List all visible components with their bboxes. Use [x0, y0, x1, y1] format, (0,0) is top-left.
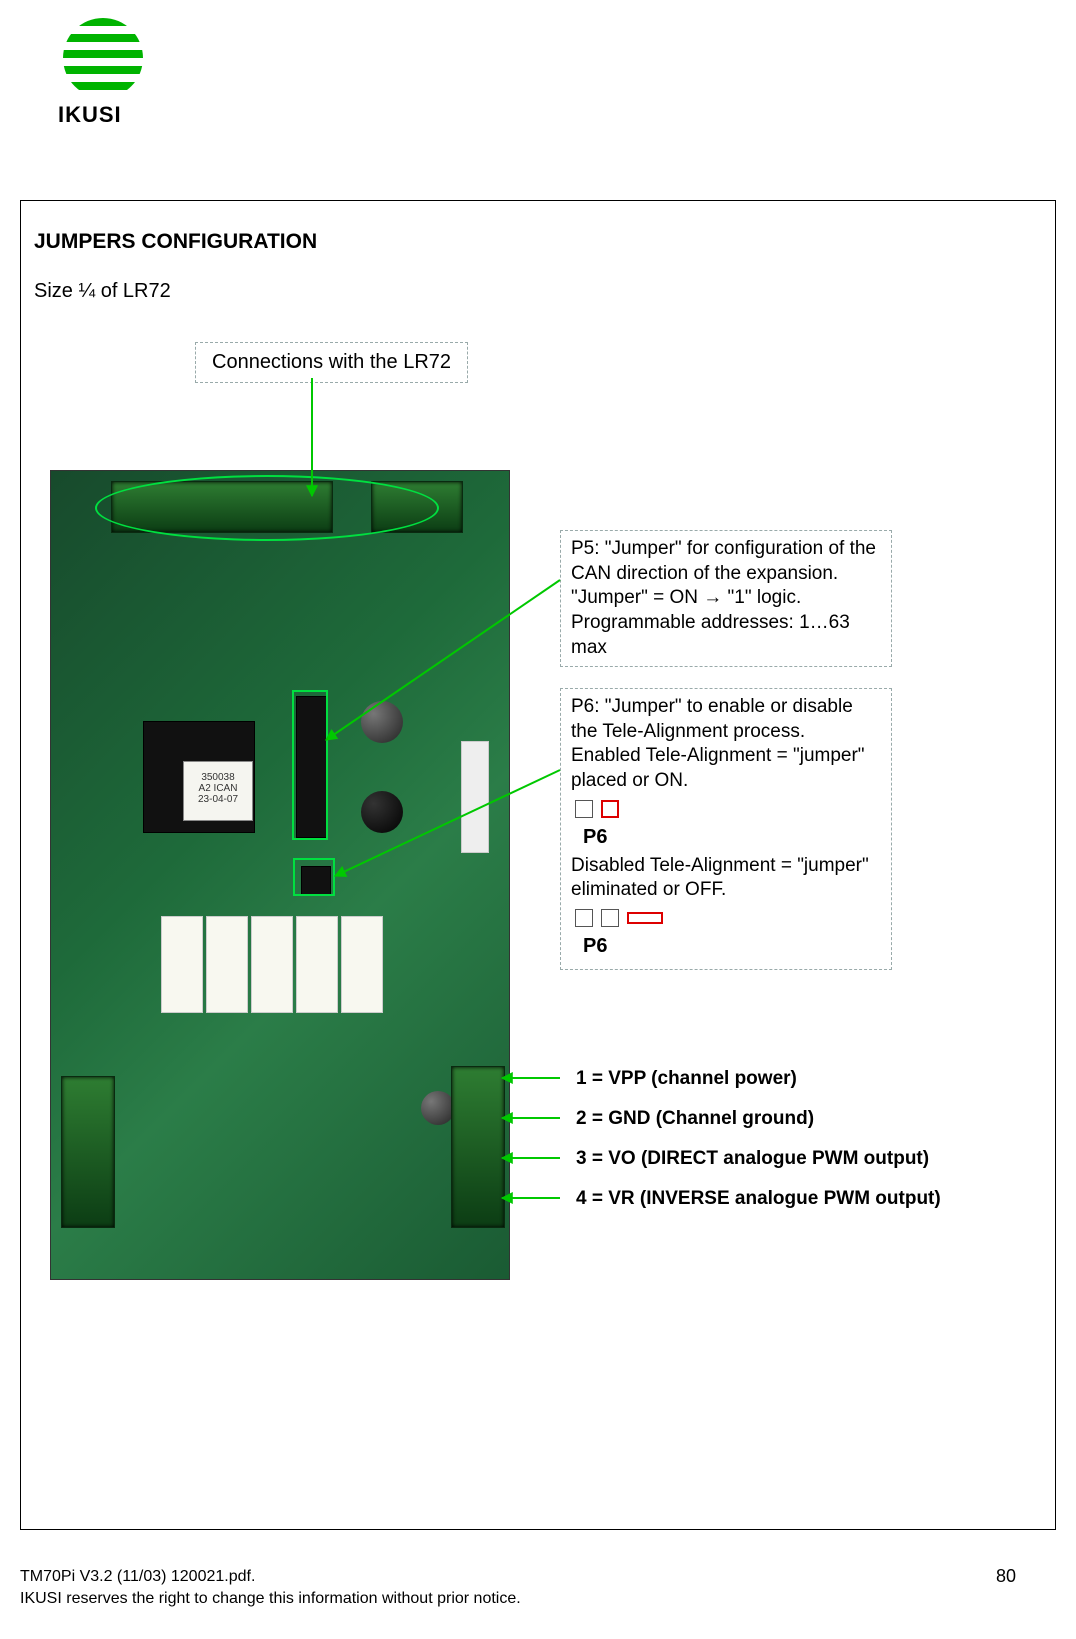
- terminal-block-bottom-right: [451, 1066, 505, 1228]
- pin-2-label: 2 = GND (Channel ground): [576, 1108, 814, 1130]
- jumper-box-icon: [575, 909, 593, 927]
- relay: [251, 916, 293, 1013]
- footer-page-number: 80: [996, 1566, 1016, 1587]
- logo-stripes-icon: [63, 18, 143, 98]
- capacitor-icon: [421, 1091, 455, 1125]
- footer-left: TM70Pi V3.2 (11/03) 120021.pdf. IKUSI re…: [20, 1566, 521, 1611]
- chip-text: 350038: [184, 772, 252, 783]
- p6-label: P6: [583, 933, 881, 959]
- jumper-box-red-icon: [601, 800, 619, 818]
- relay: [296, 916, 338, 1013]
- jumper-box-icon: [575, 800, 593, 818]
- relay: [341, 916, 383, 1013]
- jumper-removed-red-icon: [627, 912, 663, 924]
- relay: [161, 916, 203, 1013]
- pin-3-label: 3 = VO (DIRECT analogue PWM output): [576, 1148, 929, 1170]
- callout-p6: P6: "Jumper" to enable or disable the Te…: [560, 688, 892, 970]
- pin-4-label: 4 = VR (INVERSE analogue PWM output): [576, 1188, 941, 1210]
- capacitor-icon: [361, 701, 403, 743]
- jumper-on-icon: [575, 800, 881, 818]
- callout-p5: P5: "Jumper" for configuration of the CA…: [560, 530, 892, 667]
- section-title: JUMPERS CONFIGURATION: [34, 230, 317, 254]
- rect-highlight-p5: [292, 690, 328, 840]
- pcb-photo: 350038 A2 ICAN 23-04-07: [50, 470, 510, 1280]
- brand-logo: IKUSI: [58, 18, 148, 128]
- size-note: Size ¼ of LR72: [34, 280, 171, 303]
- footer-notice: IKUSI reserves the right to change this …: [20, 1588, 521, 1610]
- ic-chip-label: 350038 A2 ICAN 23-04-07: [183, 761, 253, 821]
- p6-label: P6: [583, 824, 881, 850]
- rect-highlight-p6: [293, 858, 335, 896]
- callout-p6-line2: Enabled Tele-Alignment = "jumper" placed…: [571, 744, 881, 793]
- jumper-off-icon: [575, 909, 881, 927]
- chip-text: 23-04-07: [184, 794, 252, 805]
- capacitor-icon: [361, 791, 403, 833]
- pin-1-label: 1 = VPP (channel power): [576, 1068, 797, 1090]
- relay: [206, 916, 248, 1013]
- callout-p5-text: P5: "Jumper" for configuration of the CA…: [571, 538, 876, 658]
- brand-name: IKUSI: [58, 102, 148, 128]
- jumper-box-icon: [601, 909, 619, 927]
- white-connector: [461, 741, 489, 853]
- ellipse-highlight-connectors: [95, 475, 439, 541]
- footer-doc: TM70Pi V3.2 (11/03) 120021.pdf.: [20, 1566, 521, 1588]
- callout-p6-line3: Disabled Tele-Alignment = "jumper" elimi…: [571, 854, 881, 903]
- terminal-block-bottom-left: [61, 1076, 115, 1228]
- page: IKUSI JUMPERS CONFIGURATION Size ¼ of LR…: [0, 0, 1076, 1639]
- callout-p6-line1: P6: "Jumper" to enable or disable the Te…: [571, 695, 881, 744]
- connections-label-box: Connections with the LR72: [195, 342, 468, 383]
- chip-text: A2 ICAN: [184, 783, 252, 794]
